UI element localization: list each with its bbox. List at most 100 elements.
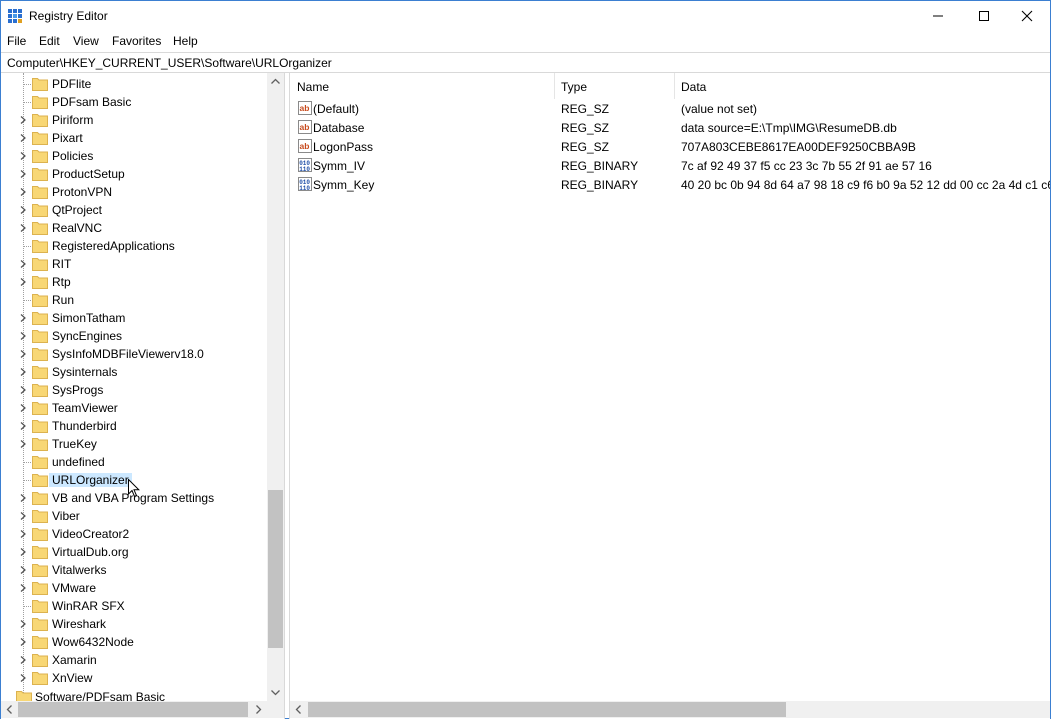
tree-item-simontatham[interactable]: SimonTatham: [1, 309, 267, 327]
tree-item-xnview[interactable]: XnView: [1, 669, 267, 687]
tree-item-truekey[interactable]: TrueKey: [1, 435, 267, 453]
tree-item-winrar-sfx[interactable]: WinRAR SFX: [1, 597, 267, 615]
chevron-right-icon[interactable]: [18, 223, 28, 233]
tree-item-qtproject[interactable]: QtProject: [1, 201, 267, 219]
value-row[interactable]: 010 110 Symm_Key REG_BINARY 40 20 bc 0b 94 8…: [290, 175, 1050, 194]
tree-horizontal-scrollbar[interactable]: [1, 701, 267, 718]
chevron-right-icon[interactable]: [18, 151, 28, 161]
value-data: 7c af 92 49 37 f5 cc 23 3c 7b 55 2f 91 a…: [681, 159, 932, 173]
menu-edit[interactable]: Edit: [39, 34, 60, 48]
address-bar[interactable]: Computer\HKEY_CURRENT_USER\Software\URLO…: [1, 52, 1050, 73]
tree-item-policies[interactable]: Policies: [1, 147, 267, 165]
tree-item-registeredapplications[interactable]: RegisteredApplications: [1, 237, 267, 255]
chevron-right-icon[interactable]: [18, 421, 28, 431]
folder-icon: [32, 348, 48, 361]
chevron-right-icon[interactable]: [18, 529, 28, 539]
chevron-right-icon[interactable]: [18, 547, 28, 557]
folder-icon: [32, 582, 48, 595]
menu-file[interactable]: File: [7, 34, 26, 48]
menu-help[interactable]: Help: [173, 34, 198, 48]
maximize-button[interactable]: [961, 1, 1007, 31]
tree-item-realvnc[interactable]: RealVNC: [1, 219, 267, 237]
chevron-right-icon[interactable]: [18, 205, 28, 215]
chevron-right-icon[interactable]: [18, 187, 28, 197]
scroll-thumb[interactable]: [18, 702, 248, 717]
column-header-data[interactable]: Data: [674, 73, 1050, 99]
tree-item-teamviewer[interactable]: TeamViewer: [1, 399, 267, 417]
value-row[interactable]: ab Database REG_SZ data source=E:\Tmp\IMG\R…: [290, 118, 1050, 137]
chevron-right-icon[interactable]: [18, 439, 28, 449]
chevron-right-icon[interactable]: [18, 133, 28, 143]
tree-item-pixart[interactable]: Pixart: [1, 129, 267, 147]
chevron-right-icon[interactable]: [18, 583, 28, 593]
scroll-thumb[interactable]: [268, 490, 283, 648]
tree-item-vmware[interactable]: VMware: [1, 579, 267, 597]
value-row[interactable]: ab (Default) REG_SZ (value not set): [290, 99, 1050, 118]
chevron-right-icon[interactable]: [18, 637, 28, 647]
chevron-right-icon[interactable]: [18, 385, 28, 395]
tree-item-piriform[interactable]: Piriform: [1, 111, 267, 129]
scroll-thumb[interactable]: [308, 702, 786, 717]
chevron-right-icon[interactable]: [18, 313, 28, 323]
tree-vertical-scrollbar[interactable]: [267, 73, 284, 701]
tree-item-undefined[interactable]: undefined: [1, 453, 267, 471]
tree-item-sysprogs[interactable]: SysProgs: [1, 381, 267, 399]
chevron-right-icon[interactable]: [18, 259, 28, 269]
tree-item-wireshark[interactable]: Wireshark: [1, 615, 267, 633]
column-header-type[interactable]: Type: [554, 73, 674, 99]
key-tree-pane[interactable]: PDFlite PDFsam Basic Piriform Pixart Policie…: [1, 73, 285, 719]
chevron-right-icon[interactable]: [18, 169, 28, 179]
column-header-name[interactable]: Name: [290, 73, 554, 99]
chevron-left-icon: [6, 705, 12, 714]
tree-item-pdfsam-basic[interactable]: PDFsam Basic: [1, 93, 267, 111]
tree-item-rtp[interactable]: Rtp: [1, 273, 267, 291]
value-row[interactable]: 010 110 Symm_IV REG_BINARY 7c af 92 49 37 f5…: [290, 156, 1050, 175]
scroll-left-button[interactable]: [1, 701, 18, 718]
chevron-right-icon[interactable]: [18, 493, 28, 503]
tree-item-syncengines[interactable]: SyncEngines: [1, 327, 267, 345]
scroll-down-button[interactable]: [267, 684, 284, 701]
chevron-right-icon[interactable]: [18, 349, 28, 359]
chevron-right-icon[interactable]: [18, 655, 28, 665]
chevron-right-icon[interactable]: [18, 367, 28, 377]
address-path[interactable]: Computer\HKEY_CURRENT_USER\Software\URLO…: [7, 56, 332, 70]
menu-view[interactable]: View: [73, 34, 99, 48]
chevron-right-icon[interactable]: [18, 331, 28, 341]
tree-item-protonvpn[interactable]: ProtonVPN: [1, 183, 267, 201]
scroll-left-button[interactable]: [290, 701, 307, 718]
chevron-right-icon[interactable]: [18, 565, 28, 575]
tree-item-pdflite[interactable]: PDFlite: [1, 75, 267, 93]
tree-item-wow6432node[interactable]: Wow6432Node: [1, 633, 267, 651]
scroll-up-button[interactable]: [267, 73, 284, 90]
value-row[interactable]: ab LogonPass REG_SZ 707A803CEBE8617EA00DEF9…: [290, 137, 1050, 156]
tree-item-thunderbird[interactable]: Thunderbird: [1, 417, 267, 435]
title-bar[interactable]: Registry Editor: [1, 1, 1050, 31]
scroll-right-button[interactable]: [250, 701, 267, 718]
tree-item-xamarin[interactable]: Xamarin: [1, 651, 267, 669]
value-type: REG_SZ: [561, 121, 610, 135]
tree-item-label: SysInfoMDBFileViewerv18.0: [52, 347, 204, 361]
value-type: REG_BINARY: [561, 159, 639, 173]
chevron-right-icon[interactable]: [18, 619, 28, 629]
minimize-button[interactable]: [915, 1, 961, 31]
tree-item-virtualdub-org[interactable]: VirtualDub.org: [1, 543, 267, 561]
chevron-right-icon[interactable]: [18, 511, 28, 521]
tree-item-productsetup[interactable]: ProductSetup: [1, 165, 267, 183]
chevron-right-icon[interactable]: [18, 115, 28, 125]
tree-connector-line: [23, 606, 31, 607]
values-pane[interactable]: Name Type Data ab (Default) REG_SZ (value n…: [289, 73, 1050, 719]
menu-favorites[interactable]: Favorites: [112, 34, 161, 48]
tree-item-videocreator2[interactable]: VideoCreator2: [1, 525, 267, 543]
chevron-right-icon[interactable]: [18, 403, 28, 413]
tree-item-vitalwerks[interactable]: Vitalwerks: [1, 561, 267, 579]
values-horizontal-scrollbar[interactable]: [290, 701, 1050, 718]
tree-item-viber[interactable]: Viber: [1, 507, 267, 525]
chevron-right-icon[interactable]: [18, 277, 28, 287]
tree-item-sysinternals[interactable]: Sysinternals: [1, 363, 267, 381]
close-button[interactable]: [1004, 1, 1050, 31]
tree-item-run[interactable]: Run: [1, 291, 267, 309]
tree-item-rit[interactable]: RIT: [1, 255, 267, 273]
tree-item-sysinfomdbfileviewerv18-0[interactable]: SysInfoMDBFileViewerv18.0: [1, 345, 267, 363]
chevron-right-icon[interactable]: [18, 673, 28, 683]
tree-item-label: Run: [52, 293, 75, 307]
